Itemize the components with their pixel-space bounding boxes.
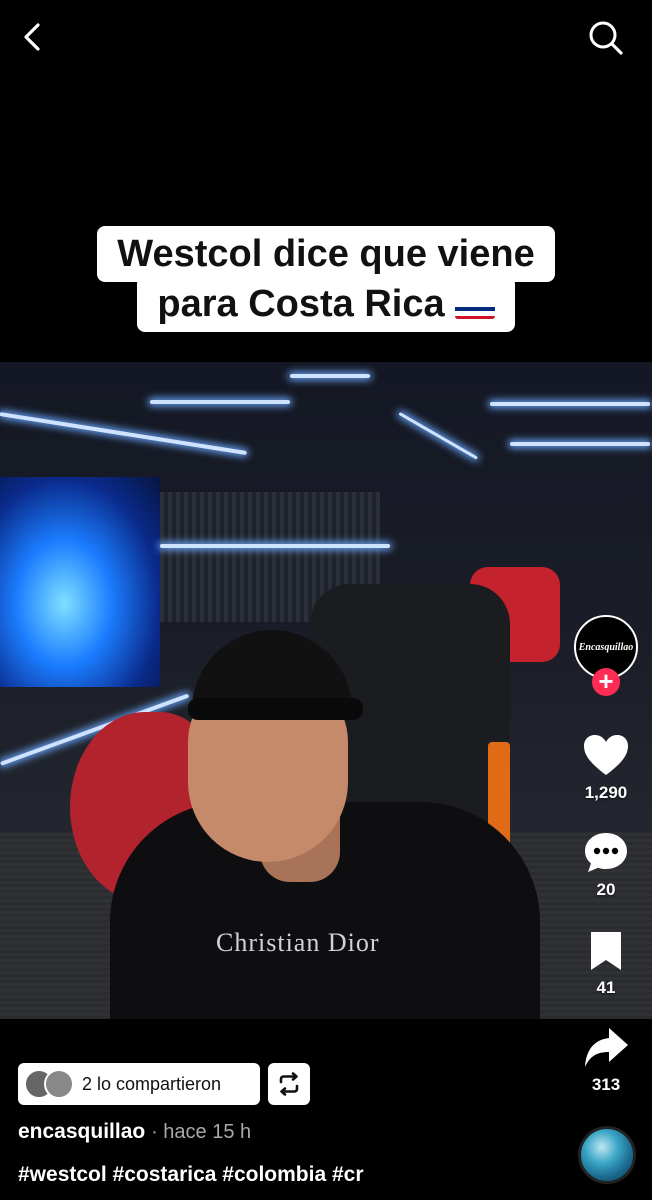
music-disc-icon[interactable]	[578, 1126, 636, 1184]
shirt-logo-text: Christian Dior	[216, 928, 380, 957]
share-count: 313	[591, 1075, 621, 1094]
fireplace-screen	[0, 477, 160, 687]
caption-line-1: Westcol dice que viene	[97, 226, 555, 282]
heart-icon	[584, 735, 628, 775]
neon-strip	[398, 412, 478, 460]
neon-strip	[290, 374, 370, 378]
author-username[interactable]: encasquillao	[18, 1120, 145, 1143]
bookmark-icon	[591, 932, 621, 970]
shared-by-pill[interactable]: 2 lo compartieron	[18, 1063, 260, 1105]
neon-strip	[150, 400, 290, 404]
follow-plus-icon[interactable]: +	[592, 668, 620, 696]
neon-strip	[510, 442, 650, 446]
post-time: · hace 15 h	[151, 1121, 252, 1143]
like-count: 1,290	[584, 783, 628, 802]
hashtags[interactable]: #westcol #costarica #colombia #cr	[18, 1163, 364, 1187]
search-icon[interactable]	[586, 18, 626, 58]
video-caption: Westcol dice que viene para Costa Rica	[0, 226, 652, 332]
author-row: encasquillao · hace 15 h	[18, 1120, 251, 1144]
shared-by-label: 2 lo compartieron	[82, 1073, 222, 1094]
save-count: 41	[596, 978, 616, 997]
repost-icon	[279, 1072, 299, 1096]
comment-button[interactable]: 20	[570, 830, 642, 900]
caption-line-2-text: para Costa Rica	[157, 283, 445, 325]
sharer-avatar	[44, 1069, 74, 1099]
neon-strip	[490, 402, 650, 406]
costa-rica-flag-icon	[454, 293, 495, 319]
share-arrow-icon	[585, 1028, 628, 1067]
neon-strip	[0, 412, 247, 456]
neon-strip	[160, 544, 390, 548]
save-button[interactable]: 41	[570, 928, 642, 998]
comment-count: 20	[596, 880, 616, 899]
creator-avatar-logo: Encasquillao	[578, 641, 634, 653]
video-frame[interactable]: Christian Dior	[0, 362, 652, 1019]
repost-button[interactable]	[268, 1063, 310, 1105]
share-button[interactable]: 313	[570, 1025, 642, 1095]
like-button[interactable]: 1,290	[570, 733, 642, 803]
creator-avatar-group[interactable]: Encasquillao +	[574, 615, 640, 696]
comment-icon	[585, 833, 627, 872]
person-cap-brim	[188, 698, 363, 720]
back-icon[interactable]	[18, 20, 48, 54]
caption-line-2: para Costa Rica	[137, 276, 515, 332]
